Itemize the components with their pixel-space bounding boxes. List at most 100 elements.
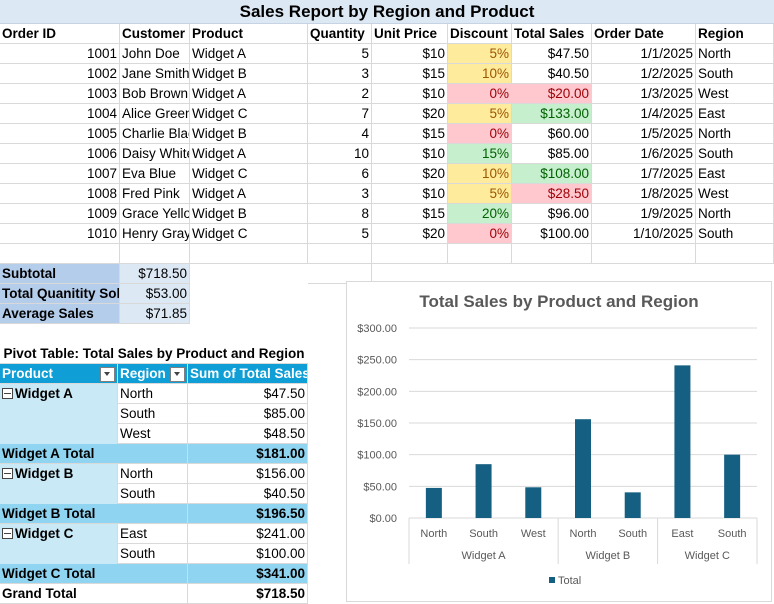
pivot-grand-total-label[interactable]: Grand Total [0,584,188,604]
table-cell-unit-price[interactable]: $10 [372,184,448,204]
pivot-subtotal-label[interactable]: Widget B Total [0,504,188,524]
table-cell-order-date[interactable]: 1/3/2025 [592,84,696,104]
table-cell-quantity[interactable]: 3 [308,64,372,84]
table-cell-product[interactable]: Widget C [190,164,308,184]
table-cell-order-id[interactable]: 1002 [0,64,120,84]
summary-label[interactable]: Total Quanitity Sold [0,284,120,304]
table-cell-discount[interactable]: 5% [448,44,512,64]
column-header-total-sales[interactable]: Total Sales [512,24,592,44]
table-cell-unit-price[interactable]: $20 [372,164,448,184]
table-cell-order-id[interactable]: 1009 [0,204,120,224]
table-cell-discount[interactable]: 0% [448,84,512,104]
pivot-product-cell[interactable]: Widget B [0,464,118,484]
table-cell-customer[interactable]: Eva Blue [120,164,190,184]
table-cell-total-sales[interactable]: $40.50 [512,64,592,84]
empty-cell[interactable] [448,244,512,264]
column-header-order-id[interactable]: Order ID [0,24,120,44]
pivot-value-cell[interactable]: $85.00 [188,404,308,424]
table-cell-region[interactable]: North [696,204,774,224]
table-cell-quantity[interactable]: 3 [308,184,372,204]
table-cell-product[interactable]: Widget C [190,104,308,124]
pivot-subtotal-label[interactable]: Widget A Total [0,444,188,464]
pivot-region-cell[interactable]: South [118,404,188,424]
column-header-unit-price[interactable]: Unit Price [372,24,448,44]
summary-label[interactable]: Subtotal [0,264,120,284]
table-cell-region[interactable]: West [696,84,774,104]
table-cell-order-id[interactable]: 1004 [0,104,120,124]
table-cell-quantity[interactable]: 10 [308,144,372,164]
pivot-product-cell[interactable] [0,424,118,444]
table-cell-order-id[interactable]: 1008 [0,184,120,204]
table-cell-customer[interactable]: John Doe [120,44,190,64]
table-cell-product[interactable]: Widget A [190,84,308,104]
table-cell-product[interactable]: Widget B [190,124,308,144]
pivot-value-cell[interactable]: $47.50 [188,384,308,404]
table-cell-order-date[interactable]: 1/1/2025 [592,44,696,64]
table-cell-discount[interactable]: 20% [448,204,512,224]
pivot-value-cell[interactable]: $48.50 [188,424,308,444]
table-cell-order-date[interactable]: 1/4/2025 [592,104,696,124]
summary-value[interactable]: $71.85 [120,304,190,324]
table-cell-total-sales[interactable]: $47.50 [512,44,592,64]
table-cell-order-date[interactable]: 1/10/2025 [592,224,696,244]
pivot-value-cell[interactable]: $100.00 [188,544,308,564]
table-cell-discount[interactable]: 10% [448,164,512,184]
empty-cell[interactable] [696,244,774,264]
table-cell-order-id[interactable]: 1006 [0,144,120,164]
pivot-region-cell[interactable]: South [118,544,188,564]
pivot-grand-total-value[interactable]: $718.50 [188,584,308,604]
table-cell-product[interactable]: Widget A [190,144,308,164]
table-cell-unit-price[interactable]: $20 [372,104,448,124]
pivot-subtotal-label[interactable]: Widget C Total [0,564,188,584]
pivot-product-cell[interactable] [0,404,118,424]
table-cell-discount[interactable]: 5% [448,184,512,204]
table-cell-order-date[interactable]: 1/9/2025 [592,204,696,224]
table-cell-quantity[interactable]: 5 [308,44,372,64]
table-cell-quantity[interactable]: 7 [308,104,372,124]
table-cell-total-sales[interactable]: $96.00 [512,204,592,224]
pivot-subtotal-value[interactable]: $341.00 [188,564,308,584]
empty-cell[interactable] [190,244,308,264]
table-cell-order-date[interactable]: 1/2/2025 [592,64,696,84]
table-cell-region[interactable]: West [696,184,774,204]
table-cell-order-id[interactable]: 1010 [0,224,120,244]
table-cell-order-id[interactable]: 1005 [0,124,120,144]
empty-cell[interactable] [0,244,120,264]
table-cell-product[interactable]: Widget B [190,64,308,84]
table-cell-customer[interactable]: Alice Green [120,104,190,124]
table-cell-order-date[interactable]: 1/7/2025 [592,164,696,184]
collapse-icon[interactable] [2,387,13,399]
table-cell-region[interactable]: South [696,144,774,164]
table-cell-total-sales[interactable]: $108.00 [512,164,592,184]
pivot-product-cell[interactable]: Widget A [0,384,118,404]
pivot-region-cell[interactable]: West [118,424,188,444]
table-cell-customer[interactable]: Bob Brown [120,84,190,104]
table-cell-product[interactable]: Widget A [190,184,308,204]
table-cell-product[interactable]: Widget B [190,204,308,224]
empty-cell[interactable] [120,244,190,264]
table-cell-customer[interactable]: Fred Pink [120,184,190,204]
table-cell-region[interactable]: North [696,124,774,144]
pivot-header-region[interactable]: Region [118,364,188,384]
collapse-icon[interactable] [2,527,13,539]
sales-chart[interactable]: Total Sales by Product and Region $0.00 $… [346,281,772,602]
table-cell-customer[interactable]: Henry Gray [120,224,190,244]
pivot-header-product[interactable]: Product [0,364,118,384]
table-cell-region[interactable]: South [696,64,774,84]
filter-dropdown-icon[interactable] [170,367,185,382]
table-cell-discount[interactable]: 5% [448,104,512,124]
table-cell-order-id[interactable]: 1001 [0,44,120,64]
table-cell-unit-price[interactable]: $15 [372,204,448,224]
table-cell-discount[interactable]: 0% [448,124,512,144]
filter-dropdown-icon[interactable] [100,367,115,382]
empty-cell[interactable] [592,244,696,264]
table-cell-total-sales[interactable]: $133.00 [512,104,592,124]
summary-label[interactable]: Average Sales [0,304,120,324]
pivot-product-cell[interactable] [0,484,118,504]
table-cell-order-id[interactable]: 1007 [0,164,120,184]
table-cell-unit-price[interactable]: $10 [372,144,448,164]
table-cell-region[interactable]: South [696,224,774,244]
table-cell-region[interactable]: North [696,44,774,64]
table-cell-order-date[interactable]: 1/5/2025 [592,124,696,144]
pivot-region-cell[interactable]: South [118,484,188,504]
